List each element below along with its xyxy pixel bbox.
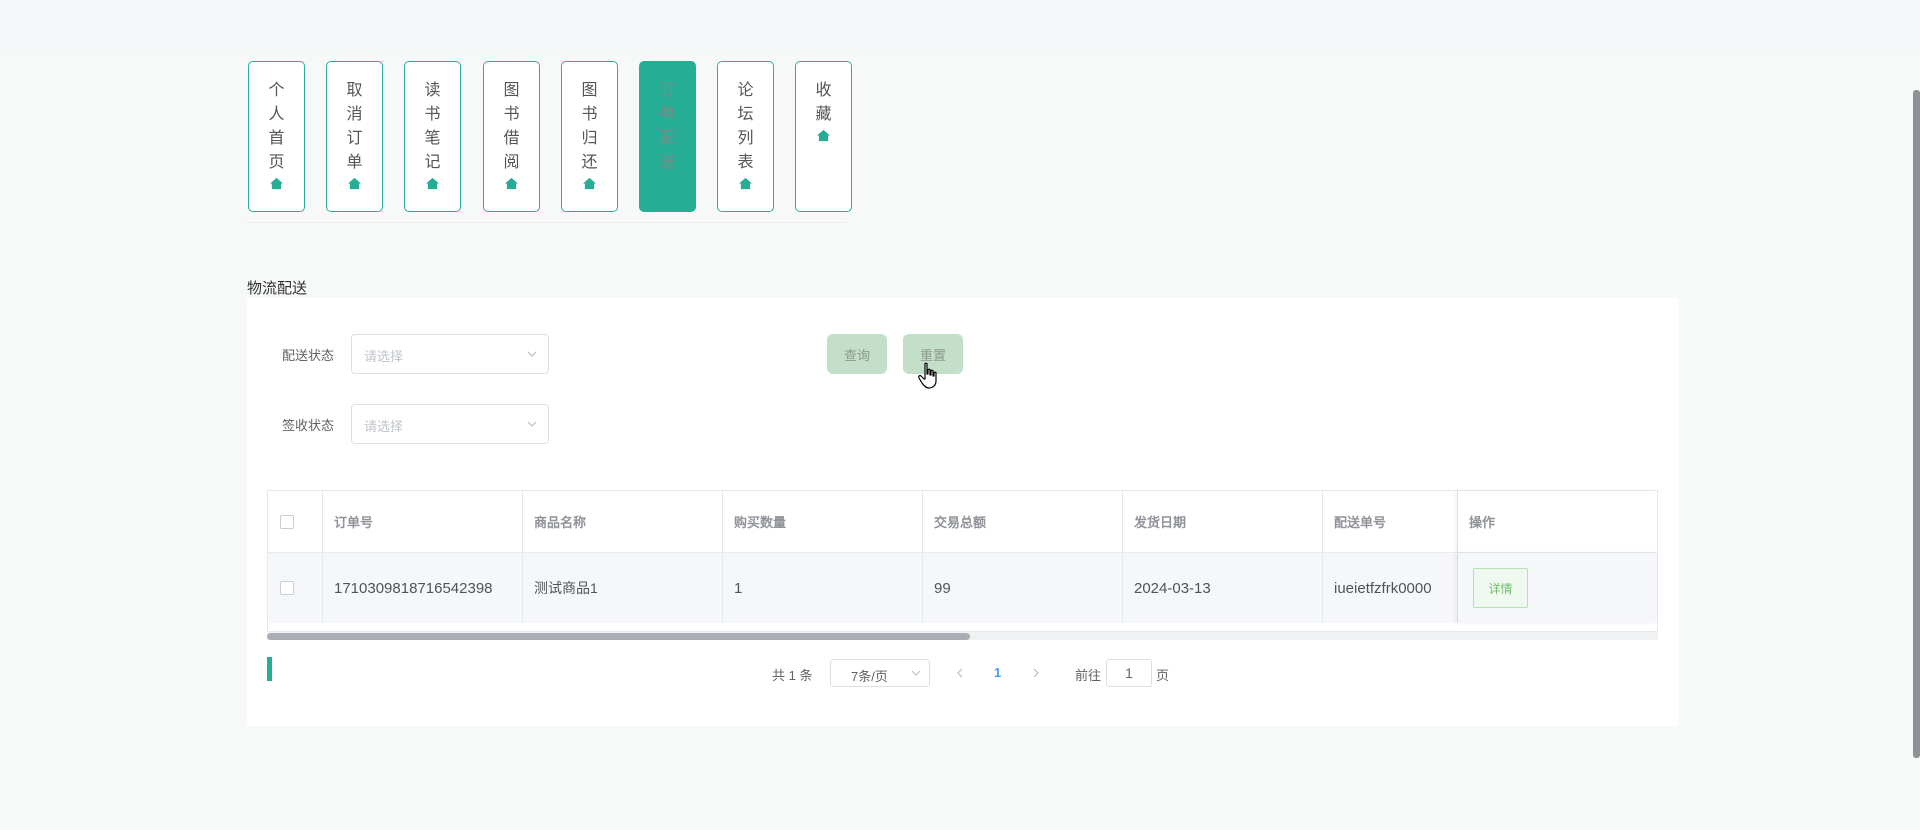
delivery-status-label: 配送状态 <box>282 348 335 363</box>
action-cell: 详情 <box>1458 553 1657 623</box>
column-header[interactable]: 订单号 <box>323 491 523 552</box>
row-checkbox[interactable] <box>280 581 294 595</box>
chevron-down-icon <box>911 670 921 676</box>
home-icon <box>348 177 361 190</box>
tab-label: 论坛列表 <box>737 82 754 171</box>
select-all-checkbox[interactable] <box>280 514 294 529</box>
page-size-value: 7条/页 <box>851 669 888 684</box>
tab-label: 个人首页 <box>268 82 285 171</box>
tab-book-return[interactable]: 图书归还 <box>561 61 618 212</box>
tab-forum-list[interactable]: 论坛列表 <box>717 61 774 212</box>
top-bar <box>0 0 1920 50</box>
select-placeholder: 请选择 <box>364 349 404 364</box>
tab-label: 图书归还 <box>581 82 598 171</box>
goto-label: 前往 <box>1075 668 1102 683</box>
receipt-status-select[interactable]: 请选择 <box>351 404 549 444</box>
tabs-divider <box>246 222 846 223</box>
accent-marker <box>267 657 272 681</box>
vertical-scrollbar[interactable] <box>1913 90 1920 758</box>
goto-page-input[interactable]: 1 <box>1106 659 1152 687</box>
home-icon <box>739 177 752 190</box>
tab-label: 收藏 <box>815 82 832 123</box>
home-icon <box>583 177 596 190</box>
tab-personal-home[interactable]: 个人首页 <box>248 61 305 212</box>
home-icon <box>426 177 439 190</box>
select-placeholder: 请选择 <box>364 419 404 434</box>
column-header[interactable]: 配送单号 <box>1323 491 1458 552</box>
row-select-cell <box>268 553 323 623</box>
tab-reading-notes[interactable]: 读书笔记 <box>404 61 461 212</box>
delivery-table: 订单号 商品名称 购买数量 交易总额 发货日期 配送单号 操作 17103098… <box>267 490 1658 632</box>
column-header[interactable]: 交易总额 <box>923 491 1123 552</box>
tab-cancel-order[interactable]: 取消订单 <box>326 61 383 212</box>
column-header[interactable]: 发货日期 <box>1123 491 1323 552</box>
select-all-cell <box>268 491 323 552</box>
chevron-down-icon <box>527 421 537 427</box>
table-row[interactable]: 1710309818716542398 测试商品1 1 99 2024-03-1… <box>268 553 1657 623</box>
column-header[interactable]: 商品名称 <box>523 491 723 552</box>
horizontal-scrollbar[interactable] <box>267 632 1658 640</box>
quantity-cell: 1 <box>723 553 923 623</box>
tracking-no-cell: iueietfzfrk0000 <box>1323 553 1458 623</box>
tab-favorites[interactable]: 收藏 <box>795 61 852 212</box>
query-button[interactable]: 查询 <box>827 334 887 374</box>
receipt-status-label: 签收状态 <box>282 418 335 433</box>
current-page[interactable]: 1 <box>994 665 1001 693</box>
detail-button[interactable]: 详情 <box>1473 568 1528 608</box>
column-header[interactable]: 购买数量 <box>723 491 923 552</box>
table-header: 订单号 商品名称 购买数量 交易总额 发货日期 配送单号 操作 <box>268 491 1657 554</box>
ship-date-cell: 2024-03-13 <box>1123 553 1323 623</box>
page-suffix: 页 <box>1156 668 1170 683</box>
total-count: 共 1 条 <box>772 668 813 683</box>
home-icon <box>270 177 283 190</box>
delivery-status-select[interactable]: 请选择 <box>351 334 549 374</box>
section-title: 物流配送 <box>247 280 308 297</box>
home-icon <box>505 177 518 190</box>
product-name-cell: 测试商品1 <box>523 553 723 623</box>
tab-book-borrow[interactable]: 图书借阅 <box>483 61 540 212</box>
tab-label: 图书借阅 <box>503 82 520 171</box>
column-header[interactable]: 操作 <box>1458 491 1657 552</box>
tab-label: 读书笔记 <box>424 82 441 171</box>
prev-page-icon[interactable] <box>954 667 966 679</box>
home-icon <box>817 129 830 142</box>
tab-label: 订单配送 <box>659 82 676 171</box>
hand-cursor-icon <box>918 362 937 389</box>
next-page-icon[interactable] <box>1030 667 1042 679</box>
tab-label: 取消订单 <box>346 82 363 171</box>
page-size-select[interactable]: 7条/页 <box>830 659 930 687</box>
chevron-down-icon <box>527 351 537 357</box>
order-no-cell: 1710309818716542398 <box>323 553 523 623</box>
scrollbar-thumb[interactable] <box>267 633 970 640</box>
total-amount-cell: 99 <box>923 553 1123 623</box>
tab-order-delivery[interactable]: 订单配送 <box>639 61 696 212</box>
